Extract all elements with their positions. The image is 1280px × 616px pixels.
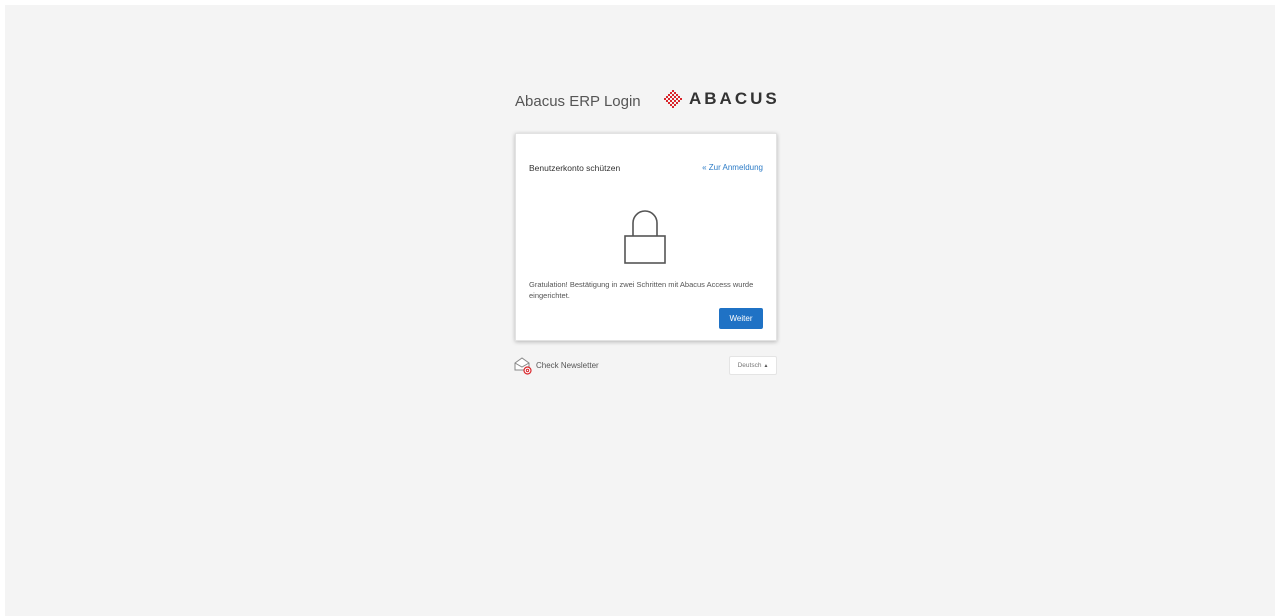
login-footer: Check Newsletter Deutsch ▲ xyxy=(513,353,777,379)
card-title: Benutzerkonto schützen xyxy=(529,163,621,173)
lock-icon xyxy=(624,210,666,264)
caret-up-icon: ▲ xyxy=(763,362,769,369)
newsletter-link[interactable]: Check Newsletter xyxy=(513,355,599,375)
envelope-at-icon xyxy=(514,357,532,375)
page-background: Abacus ERP Login ABACUS Benutzerkonto sc… xyxy=(5,5,1275,616)
logo-wordmark: ABACUS xyxy=(689,89,780,108)
abacus-logo: ABACUS xyxy=(663,88,780,110)
abacus-diamond-logo-icon xyxy=(664,90,682,108)
success-message: Gratulation! Bestätigung in zwei Schritt… xyxy=(529,280,754,300)
login-header: Abacus ERP Login ABACUS xyxy=(515,85,777,115)
account-protection-card: Benutzerkonto schützen « Zur Anmeldung G… xyxy=(515,133,777,341)
language-selected: Deutsch xyxy=(737,362,762,369)
newsletter-label: Check Newsletter xyxy=(536,360,599,370)
language-select[interactable]: Deutsch ▲ xyxy=(729,356,777,375)
continue-button[interactable]: Weiter xyxy=(719,308,763,329)
page-title: Abacus ERP Login xyxy=(515,93,641,110)
back-to-login-link[interactable]: « Zur Anmeldung xyxy=(702,163,763,172)
